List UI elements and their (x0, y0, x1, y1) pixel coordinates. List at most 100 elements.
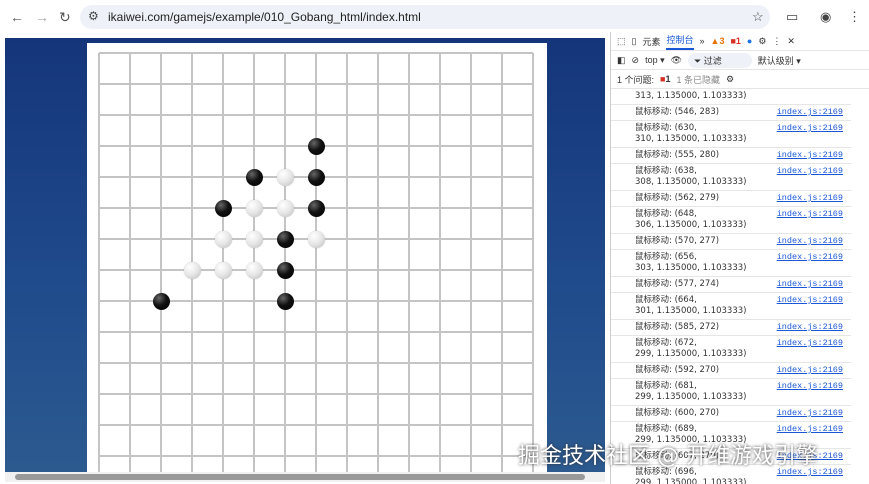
grid-line-horizontal (99, 455, 533, 457)
source-link[interactable]: index.js:2169 (777, 424, 843, 435)
reload-icon[interactable]: ↻ (59, 9, 71, 26)
console-entry: 鼠标移动: (546, 283) index.js:2169 (611, 105, 851, 121)
warning-count: 3 (719, 36, 725, 46)
source-link[interactable]: index.js:2169 (777, 338, 843, 349)
site-settings-icon[interactable]: ⚙ (88, 9, 99, 23)
address-bar[interactable]: ⚙ ikaiwei.com/gamejs/example/010_Gobang_… (80, 5, 770, 29)
grid-line-vertical (532, 53, 534, 472)
watermark: 掘金技术社区 @ 开维游戏引擎 (518, 444, 818, 469)
console-entry: 鼠标移动: (664, 301, 1.135000, 1.103333) inde… (611, 293, 851, 320)
console-entry: 鼠标移动: (656, 303, 1.135000, 1.103333) inde… (611, 250, 851, 277)
grid-line-vertical (439, 53, 441, 472)
issues-count: 1 (665, 74, 671, 84)
more-tabs[interactable]: » (700, 36, 705, 46)
grid-line-vertical (408, 53, 410, 472)
black-stone (307, 168, 325, 186)
white-stone (276, 199, 294, 217)
console-entry: 鼠标移动: (638, 308, 1.135000, 1.103333) inde… (611, 164, 851, 191)
console-entry: 313, 1.135000, 1.103333) (611, 89, 851, 105)
menu-icon[interactable]: ⋮ (848, 9, 861, 25)
source-link[interactable]: index.js:2169 (777, 107, 843, 118)
console-entry: 鼠标移动: (585, 272) index.js:2169 (611, 320, 851, 336)
white-stone (245, 261, 263, 279)
gobang-board[interactable] (87, 43, 547, 472)
grid-line-vertical (470, 53, 472, 472)
device-toolbar-icon[interactable]: ▯ (632, 36, 637, 47)
devtools-tabs: ⬚ ▯ 元素 控制台 » ▲3 ■1 ● ⚙ ⋮ ✕ (611, 32, 869, 51)
source-link[interactable]: index.js:2169 (777, 365, 843, 376)
tab-elements[interactable]: 元素 (642, 35, 660, 48)
source-link[interactable]: index.js:2169 (777, 279, 843, 290)
black-stone (152, 292, 170, 310)
close-icon[interactable]: ✕ (787, 36, 795, 47)
source-link[interactable]: index.js:2169 (777, 193, 843, 204)
console-entry: 鼠标移动: (570, 277) index.js:2169 (611, 234, 851, 250)
source-link[interactable]: index.js:2169 (777, 123, 843, 134)
source-link[interactable]: index.js:2169 (777, 209, 843, 220)
eye-icon[interactable]: 👁 (671, 55, 682, 66)
page-viewport (5, 38, 605, 472)
error-icon[interactable]: ■1 (730, 36, 740, 46)
grid-line-horizontal (99, 362, 533, 364)
context-select[interactable]: top ▾ (645, 55, 665, 66)
console-entry: 鼠标移动: (630, 310, 1.135000, 1.103333) inde… (611, 121, 851, 148)
black-stone (276, 230, 294, 248)
settings-icon[interactable]: ⚙ (758, 36, 766, 47)
more-icon[interactable]: ⋮ (772, 36, 781, 47)
white-stone (214, 230, 232, 248)
tab-console[interactable]: 控制台 (666, 33, 694, 50)
filter-input[interactable]: ⏷ 过滤 (688, 52, 752, 68)
black-stone (276, 292, 294, 310)
source-link[interactable]: index.js:2169 (777, 252, 843, 263)
grid-line-horizontal (99, 424, 533, 426)
update-icon[interactable]: ● (747, 36, 752, 46)
bookmark-star-icon[interactable]: ☆ (752, 9, 764, 25)
grid-line-vertical (346, 53, 348, 472)
console-entry: 鼠标移动: (562, 279) index.js:2169 (611, 191, 851, 207)
grid-line-horizontal (99, 393, 533, 395)
white-stone (307, 230, 325, 248)
console-entry: 鼠标移动: (592, 270) index.js:2169 (611, 363, 851, 379)
source-link[interactable]: index.js:2169 (777, 408, 843, 419)
warning-icon[interactable]: ▲3 (711, 36, 725, 46)
log-level-select[interactable]: 默认级别 ▾ (758, 54, 801, 67)
source-link[interactable]: index.js:2169 (777, 295, 843, 306)
black-stone (276, 261, 294, 279)
console-entry: 鼠标移动: (681, 299, 1.135000, 1.103333) inde… (611, 379, 851, 406)
console-settings-icon[interactable]: ⚙ (726, 74, 734, 85)
black-stone (307, 199, 325, 217)
cast-icon[interactable]: ▭ (786, 9, 798, 25)
white-stone (245, 230, 263, 248)
url-text: ikaiwei.com/gamejs/example/010_Gobang_ht… (108, 10, 421, 24)
browser-toolbar: ← → ↻ ⚙ ikaiwei.com/gamejs/example/010_G… (0, 0, 869, 35)
issues-error-icon: ■1 (660, 74, 671, 84)
vertical-scrollbar[interactable] (857, 89, 867, 484)
source-link[interactable]: index.js:2169 (777, 381, 843, 392)
grid-line-vertical (377, 53, 379, 472)
source-link[interactable]: index.js:2169 (777, 322, 843, 333)
console-message: 313, 1.135000, 1.103333) (635, 91, 747, 101)
filter-placeholder: 过滤 (703, 55, 722, 66)
horizontal-scrollbar[interactable] (5, 472, 605, 482)
console-log: 313, 1.135000, 1.103333) 鼠标移动: (546, 283)… (611, 89, 851, 484)
white-stone (245, 199, 263, 217)
sidebar-toggle-icon[interactable]: ◧ (617, 55, 626, 66)
issues-label[interactable]: 1 个问题: (617, 73, 654, 86)
source-link[interactable]: index.js:2169 (777, 166, 843, 177)
clear-console-icon[interactable]: ⊘ (632, 55, 640, 66)
back-icon[interactable]: ← (10, 9, 24, 25)
hidden-count: 1 条已隐藏 (676, 74, 720, 85)
console-entry: 鼠标移动: (577, 274) index.js:2169 (611, 277, 851, 293)
grid-line-vertical (315, 53, 317, 472)
inspect-icon[interactable]: ⬚ (617, 36, 626, 47)
console-entry: 鼠标移动: (555, 280) index.js:2169 (611, 148, 851, 164)
source-link[interactable]: index.js:2169 (777, 236, 843, 247)
profile-icon[interactable]: ◉ (820, 9, 831, 25)
black-stone (307, 137, 325, 155)
source-link[interactable]: index.js:2169 (777, 150, 843, 161)
white-stone (276, 168, 294, 186)
console-entry: 鼠标移动: (648, 306, 1.135000, 1.103333) inde… (611, 207, 851, 234)
white-stone (214, 261, 232, 279)
forward-icon[interactable]: → (35, 9, 49, 25)
grid-line-horizontal (99, 269, 533, 271)
